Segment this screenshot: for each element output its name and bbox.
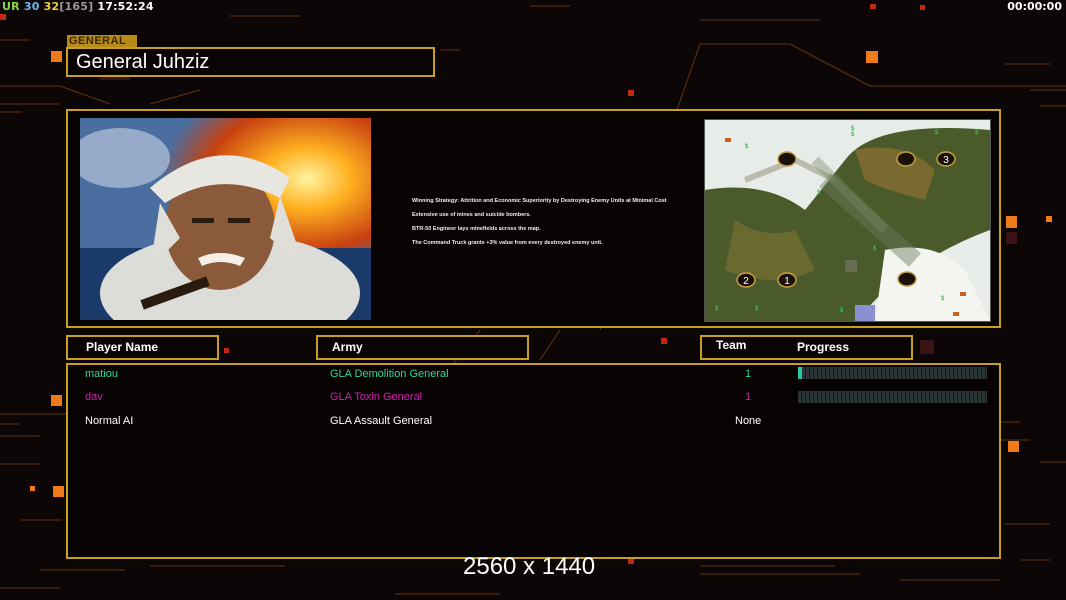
player-name: dav xyxy=(85,391,103,403)
player-progress-bar xyxy=(798,391,987,403)
player-army: GLA Toxin General xyxy=(330,391,423,403)
player-team: None xyxy=(735,415,762,427)
ur-label: UR xyxy=(2,0,20,13)
fps-counter: UR 30 32[165] 17:52:24 xyxy=(2,0,154,13)
player-name-header-label: Player Name xyxy=(86,340,159,354)
game-timer: 00:00:00 xyxy=(1007,0,1062,13)
strategy-line: The Command Truck grants +3% value from … xyxy=(412,240,603,246)
clock: 17:52:24 xyxy=(97,0,154,13)
general-tag: GENERAL xyxy=(67,35,137,47)
strategy-line: Extensive use of mines and suicide bombe… xyxy=(412,212,531,218)
player-army: GLA Demolition General xyxy=(330,368,449,380)
general-name: General Juhziz xyxy=(66,47,435,77)
player-army: GLA Assault General xyxy=(330,415,433,427)
player-team: 1 xyxy=(745,368,752,380)
strategy-line: BTR-50 Engineer lays minefields across t… xyxy=(412,226,541,232)
team-header-label: Team xyxy=(716,338,747,352)
fps-max: [165] xyxy=(59,0,94,13)
army-header: Army xyxy=(316,335,529,360)
start-position-2: 2 xyxy=(743,276,749,287)
fps-value: 32 xyxy=(43,0,60,13)
player-team: 1 xyxy=(745,391,752,403)
strategy-line: Winning Strategy: Attrition and Economic… xyxy=(412,198,667,204)
start-position-3: 3 xyxy=(943,155,949,166)
map-preview[interactable]: 3 2 1 $ $ $ $ $ $ $ $ $ $ $ xyxy=(704,119,991,322)
player-name: Normal AI xyxy=(85,415,134,427)
ur-value: 30 xyxy=(23,0,40,13)
general-strategy: Winning Strategy: Attrition and Economic… xyxy=(412,194,692,250)
resolution-overlay: 2560 x 1440 xyxy=(463,553,596,580)
start-position-1: 1 xyxy=(784,276,790,287)
progress-fill xyxy=(798,367,802,379)
army-header-label: Army xyxy=(332,340,363,354)
player-progress-bar xyxy=(798,367,987,379)
general-portrait xyxy=(80,118,371,320)
player-name-header: Player Name xyxy=(66,335,219,360)
team-progress-header: Team Progress xyxy=(700,335,913,360)
player-name: matiou xyxy=(85,368,119,380)
progress-header-label: Progress xyxy=(797,340,850,354)
